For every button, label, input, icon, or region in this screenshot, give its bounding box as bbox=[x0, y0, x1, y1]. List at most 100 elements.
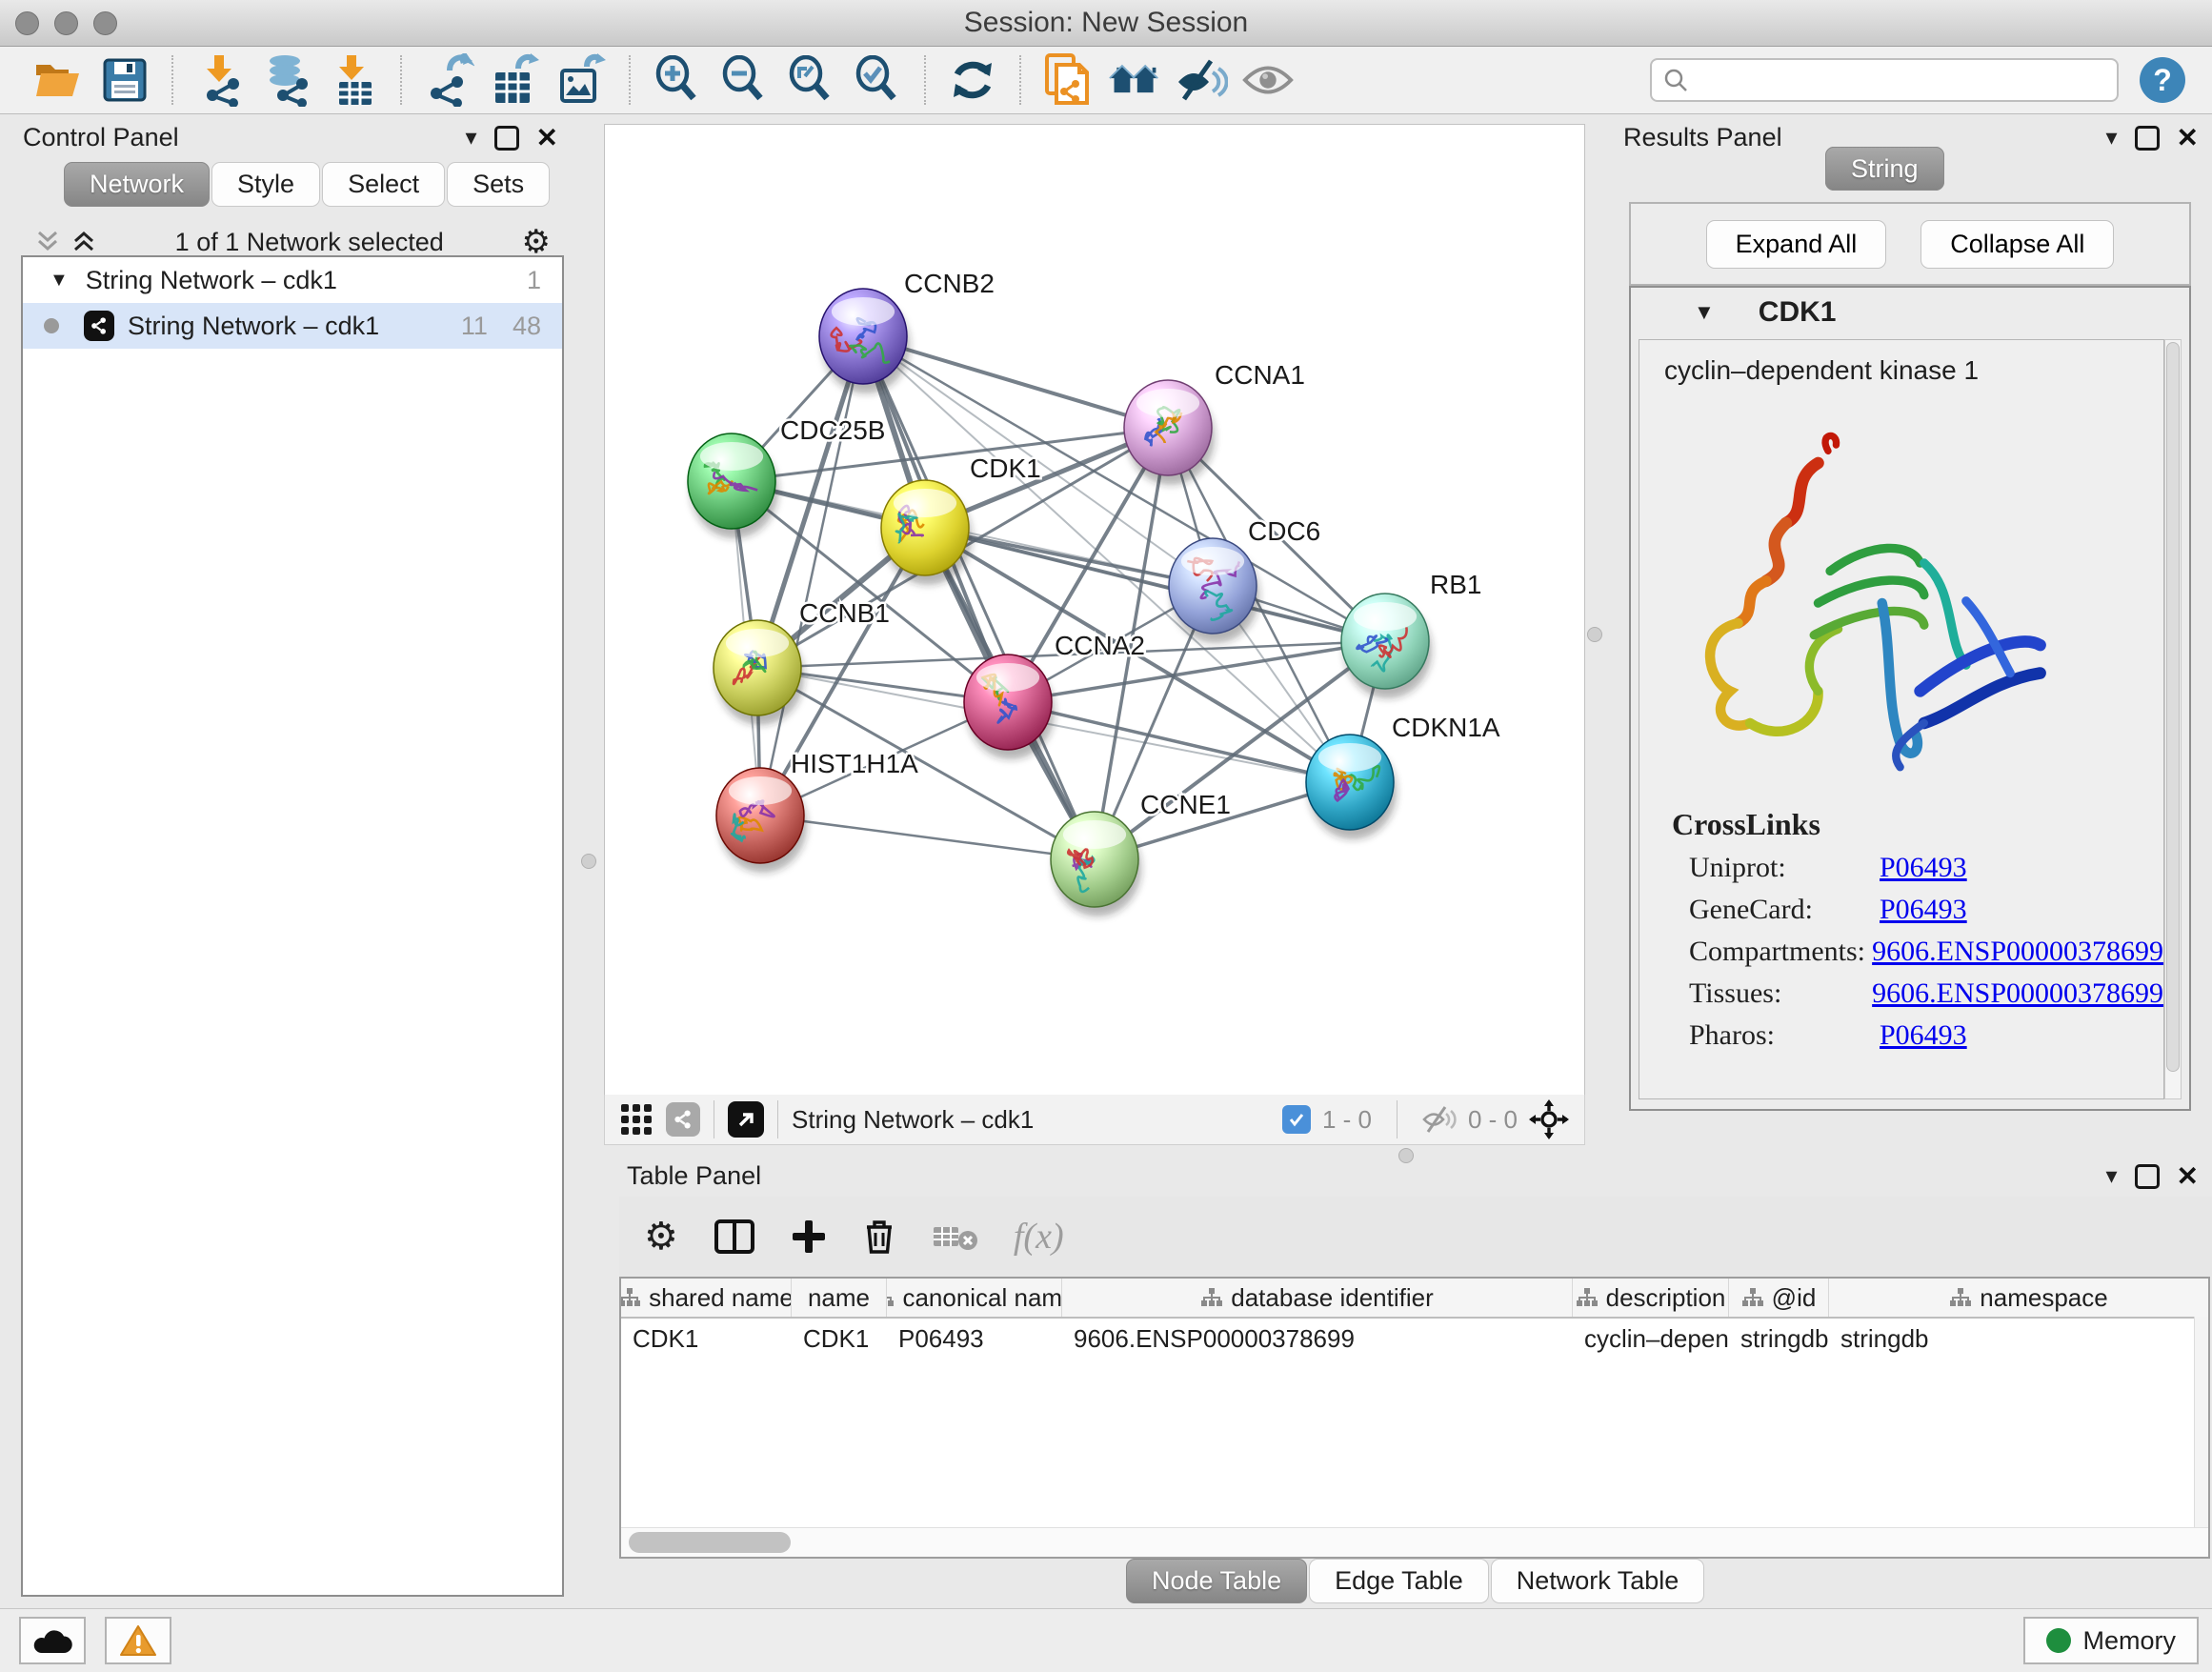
panel-collapse-icon[interactable]: ▾ bbox=[2105, 124, 2117, 151]
table-cell[interactable]: stringdb:9... bbox=[1729, 1324, 1829, 1354]
table-cell[interactable]: cyclin–dependent ... bbox=[1573, 1324, 1729, 1354]
tab-select[interactable]: Select bbox=[322, 162, 445, 207]
crosslink-link[interactable]: P06493 bbox=[1880, 1019, 1967, 1052]
zoom-in-icon[interactable] bbox=[651, 53, 704, 107]
export-table-icon[interactable] bbox=[489, 53, 542, 107]
table-cell[interactable]: CDK1 bbox=[792, 1324, 887, 1354]
collapse-all-button[interactable]: Collapse All bbox=[1920, 220, 2114, 269]
panel-close-icon[interactable]: ✕ bbox=[536, 122, 558, 153]
table-cell[interactable]: stringdb bbox=[1829, 1324, 2210, 1354]
crosslink-link[interactable]: 9606.ENSP00000378699 bbox=[1872, 977, 2163, 1010]
network-edge[interactable] bbox=[760, 816, 1095, 859]
network-node-CDC25B[interactable]: CDC25B bbox=[688, 415, 885, 538]
delete-column-icon[interactable] bbox=[863, 1218, 895, 1256]
panel-float-icon[interactable] bbox=[2135, 126, 2160, 151]
table-cell[interactable]: P06493 bbox=[887, 1324, 1062, 1354]
network-node-HIST1H1A[interactable]: HIST1H1A bbox=[716, 749, 918, 873]
table-hscrollbar[interactable] bbox=[621, 1527, 2208, 1557]
column-header-database-identifier[interactable]: database identifier bbox=[1062, 1279, 1573, 1317]
help-icon[interactable]: ? bbox=[2140, 57, 2185, 103]
external-link-icon[interactable] bbox=[728, 1101, 764, 1138]
zoom-fit-icon[interactable] bbox=[784, 53, 837, 107]
share-network-icon[interactable] bbox=[666, 1102, 700, 1137]
tab-sets[interactable]: Sets bbox=[447, 162, 550, 207]
crosslink-link[interactable]: P06493 bbox=[1880, 852, 1967, 884]
column-header-name[interactable]: name bbox=[792, 1279, 887, 1317]
splitter-handle[interactable] bbox=[1587, 627, 1602, 642]
tab-network-table[interactable]: Network Table bbox=[1491, 1559, 1705, 1603]
network-node-RB1[interactable]: RB1 bbox=[1341, 570, 1481, 698]
expand-all-icon[interactable] bbox=[70, 230, 97, 254]
import-table-icon[interactable] bbox=[327, 53, 380, 107]
zoom-selected-icon[interactable] bbox=[851, 53, 904, 107]
tab-edge-table[interactable]: Edge Table bbox=[1309, 1559, 1489, 1603]
network-node-CCNB2[interactable]: CCNB2 bbox=[819, 269, 995, 393]
network-node-CDKN1A[interactable]: CDKN1A bbox=[1306, 713, 1500, 839]
network-edge[interactable] bbox=[863, 336, 1095, 859]
panel-collapse-icon[interactable]: ▾ bbox=[2105, 1162, 2117, 1190]
memory-button[interactable]: Memory bbox=[2023, 1617, 2199, 1664]
zoom-out-icon[interactable] bbox=[717, 53, 771, 107]
tab-string[interactable]: String bbox=[1825, 147, 1944, 191]
table-cell[interactable]: 9606.ENSP00000378699 bbox=[1062, 1324, 1573, 1354]
columns-icon[interactable] bbox=[714, 1219, 754, 1254]
save-session-icon[interactable] bbox=[98, 53, 151, 107]
unhide-icon[interactable] bbox=[1175, 53, 1228, 107]
tab-style[interactable]: Style bbox=[211, 162, 320, 207]
network-node-CCNA1[interactable]: CCNA1 bbox=[1124, 360, 1305, 485]
panel-close-icon[interactable]: ✕ bbox=[2177, 1160, 2199, 1192]
network-edge[interactable] bbox=[1008, 702, 1350, 782]
cloud-icon[interactable] bbox=[19, 1617, 86, 1664]
panel-float-icon[interactable] bbox=[494, 126, 519, 151]
refresh-icon[interactable] bbox=[946, 53, 999, 107]
node-table[interactable]: shared namenamecanonical namedatabase id… bbox=[619, 1277, 2210, 1559]
open-session-icon[interactable] bbox=[31, 53, 85, 107]
column-header-canonical-name[interactable]: canonical name bbox=[887, 1279, 1062, 1317]
import-network-file-icon[interactable] bbox=[193, 53, 247, 107]
search-field[interactable] bbox=[1650, 58, 2119, 102]
export-network-icon[interactable] bbox=[422, 53, 475, 107]
search-input[interactable] bbox=[1688, 65, 2092, 96]
tab-network[interactable]: Network bbox=[64, 162, 210, 207]
hidden-eye-icon[interactable] bbox=[1422, 1105, 1457, 1134]
collection-expand-icon[interactable]: ▼ bbox=[50, 270, 69, 292]
column-header-@id[interactable]: @id bbox=[1729, 1279, 1829, 1317]
crosslink-link[interactable]: P06493 bbox=[1880, 894, 1967, 926]
table-row[interactable]: CDK1CDK1P064939606.ENSP00000378699cyclin… bbox=[621, 1319, 2208, 1359]
splitter-handle[interactable] bbox=[581, 854, 596, 869]
selected-checkbox-icon[interactable] bbox=[1282, 1105, 1311, 1134]
panel-float-icon[interactable] bbox=[2135, 1164, 2160, 1189]
expand-all-button[interactable]: Expand All bbox=[1706, 220, 1887, 269]
network-node-CCNE1[interactable]: CCNE1 bbox=[1051, 790, 1231, 917]
table-vscrollbar[interactable] bbox=[2194, 1317, 2208, 1528]
network-edge[interactable] bbox=[760, 336, 863, 816]
network-collection-row[interactable]: ▼ String Network – cdk1 1 bbox=[23, 257, 562, 303]
collapse-all-icon[interactable] bbox=[34, 230, 61, 254]
string-copy-icon[interactable] bbox=[1041, 53, 1095, 107]
crosshair-icon[interactable] bbox=[1529, 1099, 1569, 1139]
results-scrollbar[interactable] bbox=[2164, 339, 2182, 1099]
column-header-shared-name[interactable]: shared name bbox=[621, 1279, 792, 1317]
crosslink-link[interactable]: 9606.ENSP00000378699 bbox=[1872, 936, 2163, 968]
network-node-CCNB1[interactable]: CCNB1 bbox=[714, 598, 890, 725]
network-row[interactable]: String Network – cdk1 11 48 bbox=[23, 303, 562, 349]
gear-icon[interactable]: ⚙ bbox=[644, 1215, 678, 1259]
section-collapse-icon[interactable]: ▼ bbox=[1694, 300, 1715, 325]
column-header-description[interactable]: description bbox=[1573, 1279, 1729, 1317]
clear-table-icon[interactable] bbox=[932, 1221, 977, 1252]
network-canvas[interactable]: CCNB2CCNA1CDC25BCDK1CDC6RB1CCNB1CCNA2CDK… bbox=[604, 124, 1585, 1096]
add-column-icon[interactable] bbox=[791, 1219, 827, 1255]
import-network-database-icon[interactable] bbox=[260, 53, 313, 107]
tab-node-table[interactable]: Node Table bbox=[1126, 1559, 1307, 1603]
grid-icon[interactable] bbox=[620, 1103, 653, 1136]
network-node-CDC6[interactable]: CDC6 bbox=[1169, 516, 1320, 643]
eye-icon[interactable] bbox=[1241, 53, 1295, 107]
column-header-namespace[interactable]: namespace bbox=[1829, 1279, 2210, 1317]
panel-collapse-icon[interactable]: ▾ bbox=[465, 124, 476, 151]
table-cell[interactable]: CDK1 bbox=[621, 1324, 792, 1354]
warning-icon[interactable] bbox=[105, 1617, 171, 1664]
string-home-icon[interactable] bbox=[1108, 53, 1161, 107]
export-image-icon[interactable] bbox=[555, 53, 609, 107]
fx-icon[interactable]: f(x) bbox=[1014, 1216, 1064, 1258]
panel-close-icon[interactable]: ✕ bbox=[2177, 122, 2199, 153]
